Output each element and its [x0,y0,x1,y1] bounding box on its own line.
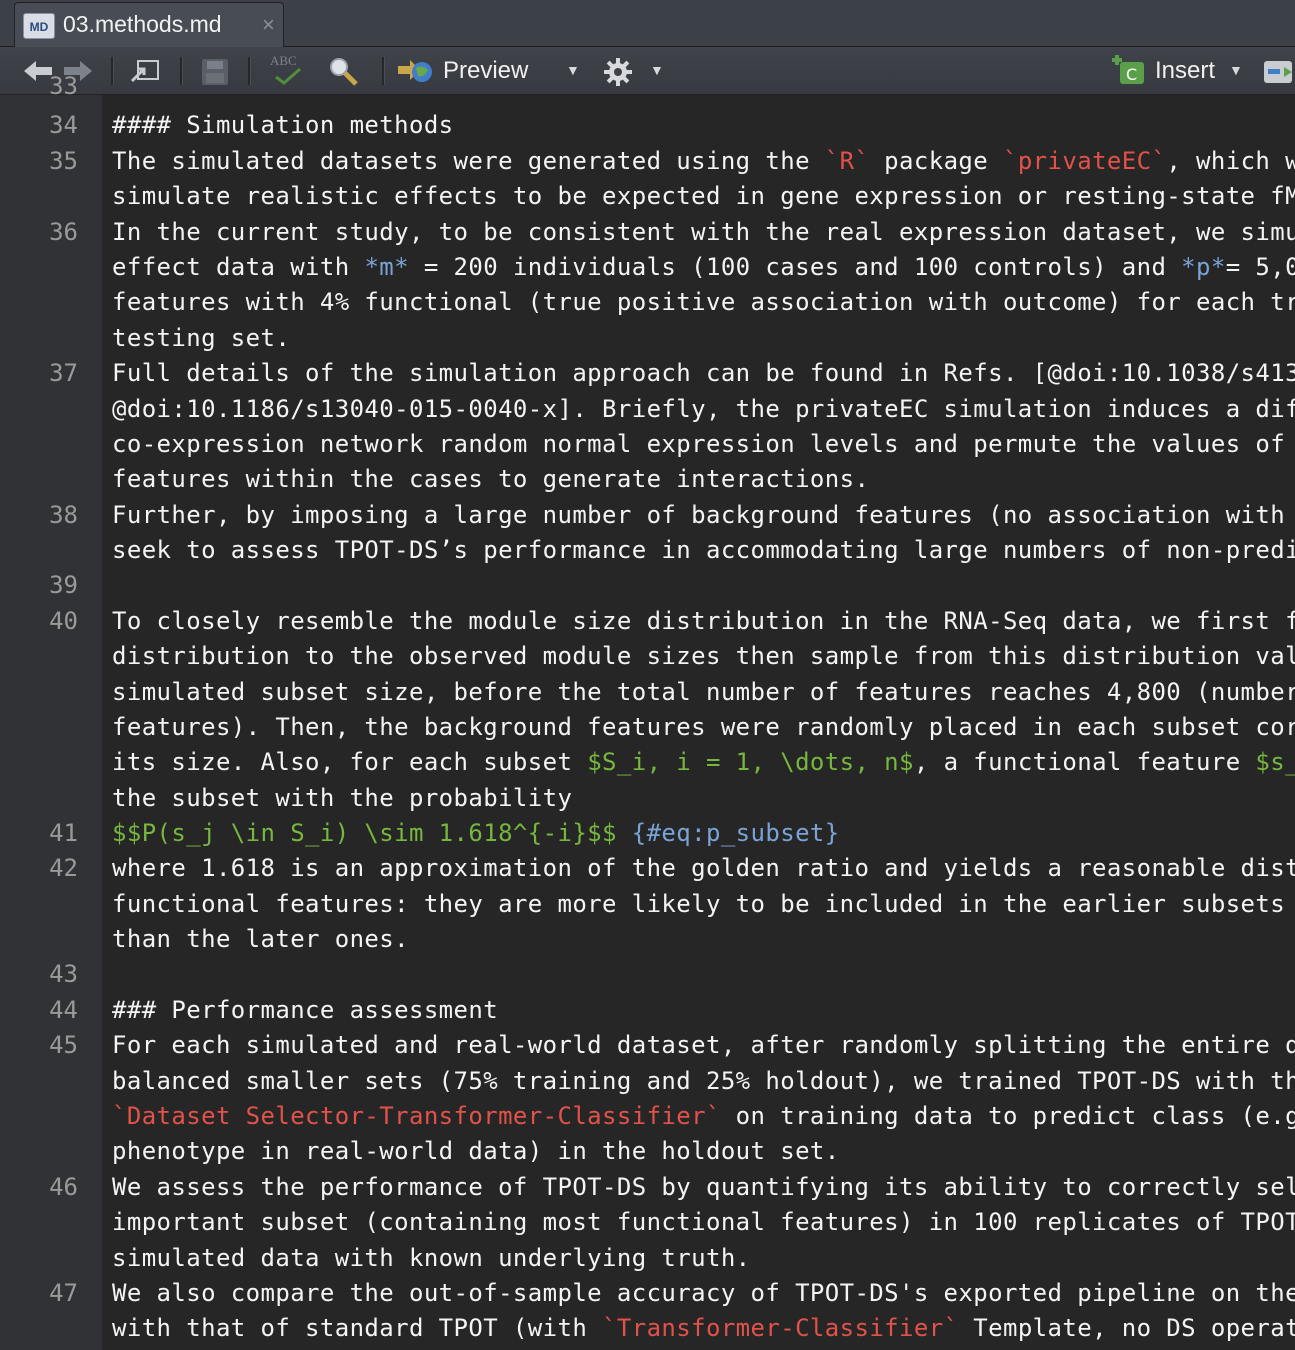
text-line: For each simulated and real-world datase… [112,1031,1295,1059]
text-line: important subset (containing most functi… [112,1208,1295,1236]
equation-line: $$P(s_j \in S_i) \sim 1.618^{-i}$$ {#eq:… [112,819,840,847]
text-line: features with 4% functional (true positi… [112,288,1295,316]
preview-dropdown-icon[interactable]: ▼ [566,62,580,78]
show-in-window-icon[interactable] [130,57,162,85]
text-line: balanced smaller sets (75% training and … [112,1067,1295,1095]
text-line: We assess the performance of TPOT-DS by … [112,1173,1295,1201]
tab-bar: MD 03.methods.md × [0,0,1295,47]
text-line: @doi:10.1186/s13040-015-0040-x]. Briefly… [112,395,1295,423]
insert-dropdown-icon[interactable]: ▼ [1229,62,1243,78]
gear-dropdown-icon[interactable]: ▼ [650,62,664,78]
svg-text:C: C [1126,65,1137,84]
heading-line: ### Performance assessment [112,996,499,1024]
text-line: the subset with the probability [112,784,573,812]
run-chunk-icon[interactable] [1262,57,1295,87]
text-line: simulate realistic effects to be expecte… [112,182,1295,210]
preview-icon [398,60,432,82]
text-line: co-expression network random normal expr… [112,430,1286,458]
text-line: seek to assess TPOT-DS’s performance in … [112,536,1295,564]
text-line: simulated data with known underlying tru… [112,1244,751,1272]
preview-label: Preview [443,57,529,84]
gear-icon[interactable] [603,57,633,87]
text-line: distribution to the observed module size… [112,642,1295,670]
save-icon[interactable] [200,57,230,87]
text-line: features). Then, the background features… [112,713,1295,741]
tab-title: 03.methods.md [63,11,222,37]
text-line: We also compare the out-of-sample accura… [112,1279,1295,1307]
text-line: testing set. [112,324,291,352]
text-line: effect data with *m* = 200 individuals (… [112,253,1295,281]
text-line: simulated subset size, before the total … [112,678,1295,706]
text-line: To closely resemble the module size dist… [112,607,1295,635]
text-line: Further, by imposing a large number of b… [112,501,1286,529]
text-line: functional features: they are more likel… [112,890,1286,918]
text-line: Full details of the simulation approach … [112,359,1295,387]
search-icon[interactable] [326,55,360,87]
editor-lines: #### Simulation methods The simulated da… [0,95,1295,1350]
toolbar-separator [180,57,183,85]
text-line: than the later ones. [112,925,409,953]
text-line: phenotype in real-world data) in the hol… [112,1137,840,1165]
preview-button[interactable]: Preview [396,54,536,88]
toolbar-separator [382,57,385,85]
markdown-file-icon: MD [23,13,55,39]
toolbar-separator [111,57,114,85]
text-line: where 1.618 is an approximation of the g… [112,854,1295,882]
insert-chunk-icon: C [1112,55,1144,84]
editor-toolbar: ABC Preview ▼ ▼ C Insert ▼ [0,47,1295,95]
toolbar-separator [248,57,251,85]
heading-line: #### Simulation methods [112,111,454,139]
close-tab-icon[interactable]: × [262,12,275,38]
text-line: features within the cases to generate in… [112,465,870,493]
insert-label: Insert [1155,57,1216,84]
tab-03-methods[interactable]: MD 03.methods.md × [14,2,284,47]
text-line: In the current study, to be consistent w… [112,218,1295,246]
text-line: its size. Also, for each subset $S_i, i … [112,748,1295,776]
text-line: `Dataset Selector-Transformer-Classifier… [112,1102,1295,1130]
text-line: The simulated datasets were generated us… [112,147,1295,175]
spellcheck-icon[interactable]: ABC [268,53,308,87]
text-line: with that of standard TPOT (with `Transf… [112,1314,1295,1342]
